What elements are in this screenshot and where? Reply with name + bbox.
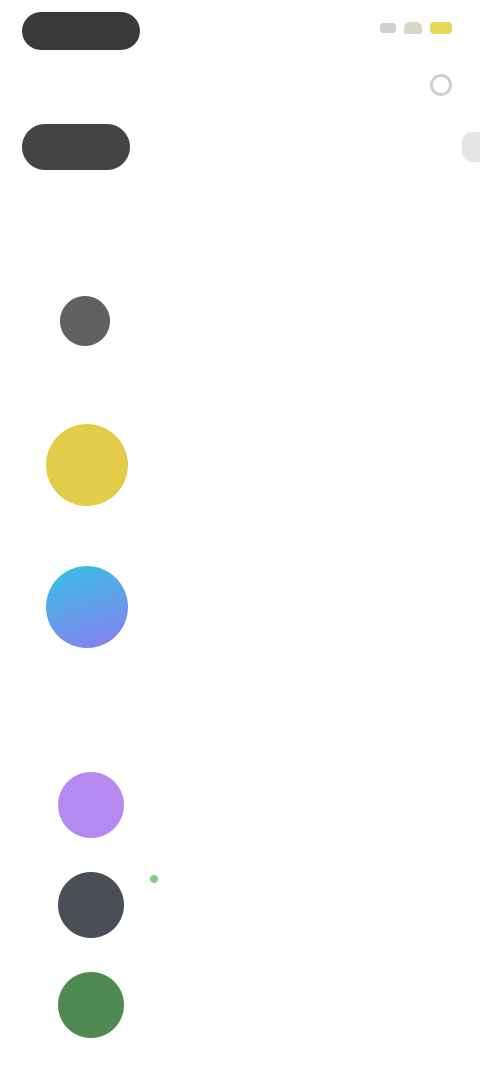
app-avatar-icon bbox=[46, 424, 128, 506]
chip-active[interactable] bbox=[22, 124, 130, 170]
app-avatar-icon bbox=[58, 772, 124, 838]
app-avatar-icon bbox=[46, 566, 128, 648]
app-avatar-icon bbox=[60, 296, 110, 346]
chip-3[interactable] bbox=[344, 124, 440, 170]
status-pill bbox=[22, 12, 140, 50]
wifi-icon bbox=[404, 22, 422, 34]
list-item[interactable] bbox=[0, 552, 480, 662]
list-item[interactable] bbox=[0, 858, 480, 968]
app-avatar-icon bbox=[58, 972, 124, 1038]
search-icon[interactable] bbox=[430, 74, 452, 96]
list-item[interactable] bbox=[0, 410, 480, 520]
list-item-title bbox=[150, 870, 164, 887]
header bbox=[0, 60, 480, 116]
app-avatar-icon bbox=[58, 872, 124, 938]
chip-2[interactable] bbox=[152, 124, 322, 170]
chip-more[interactable] bbox=[462, 132, 480, 162]
list-item[interactable] bbox=[0, 760, 480, 870]
status-bar bbox=[0, 0, 480, 60]
status-icons bbox=[380, 22, 452, 34]
filter-chips bbox=[22, 124, 480, 170]
signal-icon bbox=[380, 23, 396, 33]
status-dot-green-icon bbox=[150, 875, 158, 883]
list-item[interactable] bbox=[0, 268, 480, 378]
battery-icon bbox=[430, 22, 452, 34]
list-item[interactable] bbox=[0, 958, 480, 1068]
